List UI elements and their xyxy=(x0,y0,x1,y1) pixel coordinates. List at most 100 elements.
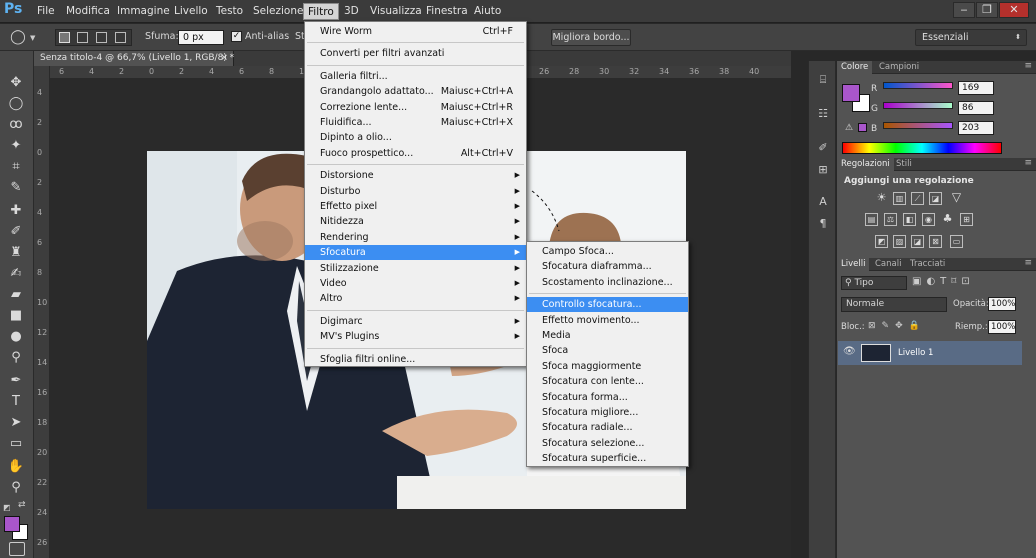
menu-item[interactable]: Video ▶ xyxy=(305,276,526,291)
color-fg-swatch[interactable] xyxy=(842,84,860,102)
move-tool-icon[interactable]: ✥ xyxy=(5,73,27,92)
brush-panel-icon[interactable]: ✐ xyxy=(813,139,833,157)
feather-input[interactable]: 0 px xyxy=(178,30,224,45)
menu-testo[interactable]: Testo xyxy=(212,3,247,20)
menu-item[interactable]: Galleria filtri... xyxy=(305,69,526,84)
green-slider[interactable] xyxy=(883,102,953,109)
close-button[interactable]: ✕ xyxy=(999,2,1029,18)
document-tab[interactable]: Senza titolo-4 @ 66,7% (Livello 1, RGB/8… xyxy=(34,51,234,66)
menu-item[interactable]: Sfocatura superficie... xyxy=(527,451,688,466)
brush-presets-icon[interactable]: ⊞ xyxy=(813,161,833,179)
quick-selection-tool-icon[interactable]: ✦ xyxy=(5,136,27,155)
crop-tool-icon[interactable]: ⌗ xyxy=(5,157,27,176)
type-tool-icon[interactable]: T xyxy=(5,392,27,411)
menu-immagine[interactable]: Immagine xyxy=(113,3,174,20)
tab-colore[interactable]: Colore xyxy=(837,61,873,74)
history-panel-icon[interactable]: ⌸ xyxy=(813,71,833,89)
menu-item[interactable]: Dipinto a olio... xyxy=(305,130,526,145)
subtract-selection-icon[interactable] xyxy=(96,32,107,43)
menu-item[interactable]: Nitidezza ▶ xyxy=(305,214,526,229)
workspace-dropdown[interactable]: Essenziali ⬍ xyxy=(915,29,1027,46)
gamut-color-swatch[interactable] xyxy=(858,123,867,132)
properties-panel-icon[interactable]: ☷ xyxy=(813,105,833,123)
adjust-menu-icon[interactable]: ≡ xyxy=(1024,158,1032,168)
layer-name[interactable]: Livello 1 xyxy=(898,348,933,358)
menu-item[interactable]: Wire Worm Ctrl+F xyxy=(305,24,526,39)
hue-saturation-icon[interactable]: ▤ xyxy=(865,213,878,226)
threshold-icon[interactable]: ◪ xyxy=(911,235,924,248)
levels-icon[interactable]: ▥ xyxy=(893,192,906,205)
black-white-icon[interactable]: ◧ xyxy=(903,213,916,226)
menu-item[interactable]: Effetto movimento... xyxy=(527,313,688,328)
menu-item[interactable]: Scostamento inclinazione... xyxy=(527,275,688,290)
lock-icons[interactable]: ⊠✎✥🔒 xyxy=(868,321,926,331)
menu-item[interactable]: Sfoca maggiormente xyxy=(527,359,688,374)
menu-item[interactable]: Controllo sfocatura... xyxy=(527,297,688,313)
opacity-input[interactable]: 100% xyxy=(988,297,1016,311)
menu-3d[interactable]: 3D xyxy=(340,3,363,20)
zoom-tool-icon[interactable]: ⚲ xyxy=(5,478,27,497)
layers-menu-icon[interactable]: ≡ xyxy=(1024,258,1032,268)
menu-item[interactable]: Effetto pixel ▶ xyxy=(305,199,526,214)
menu-modifica[interactable]: Modifica xyxy=(62,3,114,20)
gamut-warning-icon[interactable]: ⚠ xyxy=(845,123,853,133)
layer-kind-filter[interactable]: ⚲ Tipo xyxy=(841,276,907,290)
character-panel-icon[interactable]: A xyxy=(813,193,833,211)
menu-item[interactable]: Fuoco prospettico... Alt+Ctrl+V xyxy=(305,146,526,161)
menu-item[interactable]: Digimarc ▶ xyxy=(305,314,526,329)
color-lookup-icon[interactable]: ⊞ xyxy=(960,213,973,226)
tab-campioni[interactable]: Campioni xyxy=(875,61,923,74)
tab-regolazioni[interactable]: Regolazioni xyxy=(837,158,894,171)
menu-item[interactable]: Sfocatura forma... xyxy=(527,390,688,405)
tab-tracciati[interactable]: Tracciati xyxy=(906,258,949,271)
red-slider[interactable] xyxy=(883,82,953,89)
intersect-selection-icon[interactable] xyxy=(115,32,126,43)
curves-icon[interactable]: ⟋ xyxy=(911,192,924,205)
selective-color-icon[interactable]: ⊠ xyxy=(929,235,942,248)
pen-tool-icon[interactable]: ✒ xyxy=(5,371,27,390)
hand-tool-icon[interactable]: ✋ xyxy=(5,457,27,476)
green-value-input[interactable]: 86 xyxy=(958,101,994,115)
blue-value-input[interactable]: 203 xyxy=(958,121,994,135)
quick-mask-icon[interactable] xyxy=(9,542,25,556)
rectangle-tool-icon[interactable]: ▭ xyxy=(5,434,27,453)
restore-button[interactable]: ❐ xyxy=(976,2,998,18)
refine-edge-button[interactable]: Migliora bordo... xyxy=(551,29,631,46)
menu-item[interactable]: Sfocatura con lente... xyxy=(527,374,688,389)
layer-filter-icons[interactable]: ▣◐T⌑⊡ xyxy=(912,276,975,287)
menu-item[interactable]: Sfoca xyxy=(527,343,688,358)
elliptical-marquee-tool-icon[interactable]: ◯ xyxy=(5,94,27,113)
eyedropper-tool-icon[interactable]: ✎ xyxy=(5,178,27,197)
minimize-button[interactable]: ‒ xyxy=(953,2,975,18)
menu-livello[interactable]: Livello xyxy=(170,3,212,20)
preset-dropdown-icon[interactable]: ▼ xyxy=(30,34,35,42)
add-selection-icon[interactable] xyxy=(77,32,88,43)
channel-mixer-icon[interactable]: ♣ xyxy=(941,213,954,226)
menu-item[interactable]: Altro ▶ xyxy=(305,291,526,306)
ellipse-marquee-preset-icon[interactable]: ◯ xyxy=(6,28,30,47)
menu-item[interactable]: Sfoglia filtri online... xyxy=(305,352,526,367)
menu-selezione[interactable]: Selezione xyxy=(249,3,307,20)
color-spectrum-bar[interactable] xyxy=(842,142,1002,154)
color-balance-icon[interactable]: ⚖ xyxy=(884,213,897,226)
menu-item[interactable]: Sfocatura selezione... xyxy=(527,436,688,451)
history-brush-tool-icon[interactable]: ✍ xyxy=(5,264,27,283)
vibrance-icon[interactable]: ▽ xyxy=(950,191,963,205)
menu-file[interactable]: File xyxy=(33,3,59,20)
menu-item[interactable]: Sfocatura ▶ xyxy=(305,245,526,261)
menu-item[interactable]: Distorsione ▶ xyxy=(305,168,526,183)
visibility-eye-icon[interactable]: 👁 xyxy=(843,346,856,357)
red-value-input[interactable]: 169 xyxy=(958,81,994,95)
menu-item[interactable]: MV's Plugins ▶ xyxy=(305,329,526,344)
tab-livelli[interactable]: Livelli xyxy=(837,258,870,271)
menu-item[interactable]: Media xyxy=(527,328,688,343)
menu-finestra[interactable]: Finestra xyxy=(422,3,472,20)
default-colors-icon[interactable]: ◩ xyxy=(3,503,11,512)
document-close-icon[interactable]: × xyxy=(220,51,228,66)
healing-brush-tool-icon[interactable]: ✚ xyxy=(5,201,27,220)
swap-colors-icon[interactable]: ⇄ xyxy=(18,500,26,510)
tab-canali[interactable]: Canali xyxy=(871,258,905,271)
dodge-tool-icon[interactable]: ⚲ xyxy=(5,348,27,367)
foreground-color-swatch[interactable] xyxy=(4,516,20,532)
menu-item[interactable]: Sfocatura migliore... xyxy=(527,405,688,420)
